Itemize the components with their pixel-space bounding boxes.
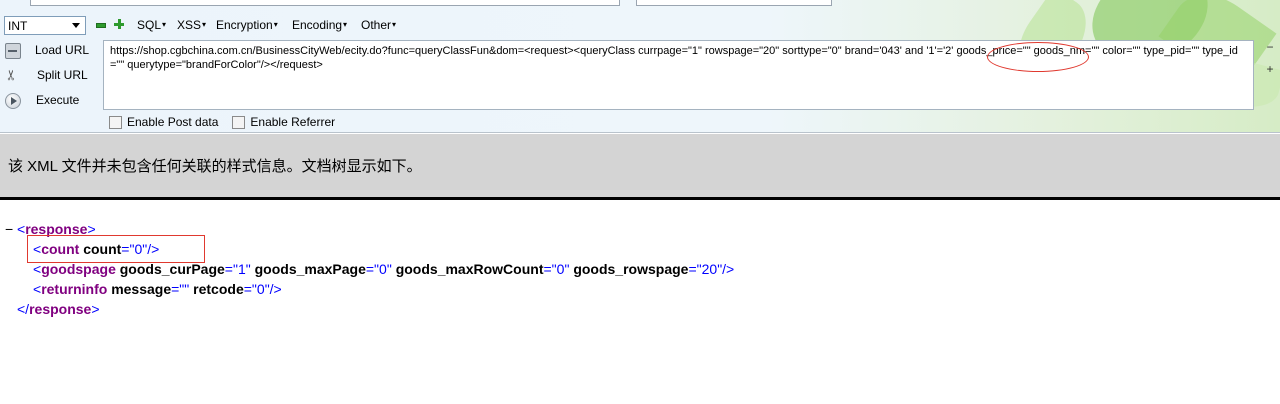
xml-attr-value: 20 [701, 261, 718, 277]
xml-attr-value: 1 [237, 261, 246, 277]
xml-style-notice: 该 XML 文件并未包含任何关联的样式信息。文档树显示如下。 [0, 134, 1280, 200]
xml-attr-name: goods_maxRowCount [395, 261, 544, 277]
checkbox-box[interactable] [232, 115, 246, 129]
menu-sql[interactable]: SQL▾ [137, 18, 166, 32]
xml-tag-returninfo: returninfo [41, 281, 108, 297]
hackbar-options: Enable Post data Enable Referrer [109, 115, 349, 129]
play-icon [5, 93, 21, 109]
hackbar-toolbar: INT SQL▾ XSS▾ Encryption▾ Encoding▾ Othe… [0, 16, 700, 36]
hackbar-side-controls: − + [1262, 40, 1278, 84]
chevron-down-icon: ▾ [392, 20, 397, 29]
hackbar-panel: INT SQL▾ XSS▾ Encryption▾ Encoding▾ Othe… [0, 0, 1280, 133]
xml-punct: < [17, 221, 26, 237]
expand-button[interactable]: + [1262, 62, 1278, 84]
encoding-type-select[interactable]: INT [4, 16, 86, 35]
collapse-toggle[interactable]: − [5, 219, 13, 239]
xml-tag-response: response [29, 301, 92, 317]
encoding-type-value: INT [8, 18, 28, 33]
menu-xss-label: XSS [177, 18, 202, 32]
enable-referrer-label: Enable Referrer [250, 115, 336, 129]
browser-search-bar-edge [636, 0, 832, 6]
xml-attr-name: retcode [193, 281, 244, 297]
menu-encoding-label: Encoding [292, 18, 343, 32]
xml-attr-value: 0 [379, 261, 387, 277]
execute-button[interactable]: Execute [0, 90, 100, 112]
xml-tag-goodspage: goodspage [41, 261, 116, 277]
menu-xss[interactable]: XSS▾ [177, 18, 206, 32]
xml-attr-name: goods_maxPage [254, 261, 366, 277]
chevron-down-icon: ▾ [162, 20, 167, 29]
enable-post-checkbox[interactable]: Enable Post data [109, 115, 218, 129]
load-url-label: Load URL [35, 43, 90, 57]
split-url-label: Split URL [37, 68, 88, 82]
menu-encoding[interactable]: Encoding▾ [292, 18, 347, 32]
enable-referrer-checkbox[interactable]: Enable Referrer [232, 115, 335, 129]
chevron-down-icon: ▾ [202, 20, 207, 29]
chevron-down-icon: ▾ [273, 20, 278, 29]
injection-payload-highlight [987, 42, 1089, 72]
increase-icon[interactable] [114, 19, 125, 30]
decrease-icon[interactable] [95, 19, 106, 30]
load-url-icon [5, 43, 21, 59]
xml-punct: </ [17, 301, 30, 317]
count-result-highlight [27, 235, 205, 263]
checkbox-box[interactable] [109, 115, 122, 129]
load-url-button[interactable]: Load URL [0, 40, 100, 62]
shrink-button[interactable]: − [1262, 40, 1278, 62]
split-url-button[interactable]: Split URL [0, 65, 100, 87]
browser-address-bar-edge [30, 0, 620, 6]
xml-punct: > [91, 301, 100, 317]
chevron-down-icon: ▾ [343, 20, 348, 29]
xml-attr-name: goods_curPage [119, 261, 225, 277]
xml-attr-value: 0 [256, 281, 265, 297]
xml-attr-name: goods_rowspage [573, 261, 689, 277]
xml-attr-name: message [111, 281, 172, 297]
chevron-down-icon [72, 23, 80, 28]
menu-encryption[interactable]: Encryption▾ [216, 18, 278, 32]
menu-encryption-label: Encryption [216, 18, 273, 32]
xml-response-close: </response> [17, 299, 100, 319]
execute-label: Execute [36, 93, 80, 107]
xml-style-notice-text: 该 XML 文件并未包含任何关联的样式信息。文档树显示如下。 [8, 158, 422, 175]
enable-post-label: Enable Post data [127, 115, 219, 129]
xml-returninfo-element: <returninfo message="" retcode="0"/> [33, 281, 282, 297]
menu-other[interactable]: Other▾ [361, 18, 396, 32]
menu-sql-label: SQL [137, 18, 162, 32]
menu-other-label: Other [361, 18, 392, 32]
scissors-icon [5, 68, 21, 84]
